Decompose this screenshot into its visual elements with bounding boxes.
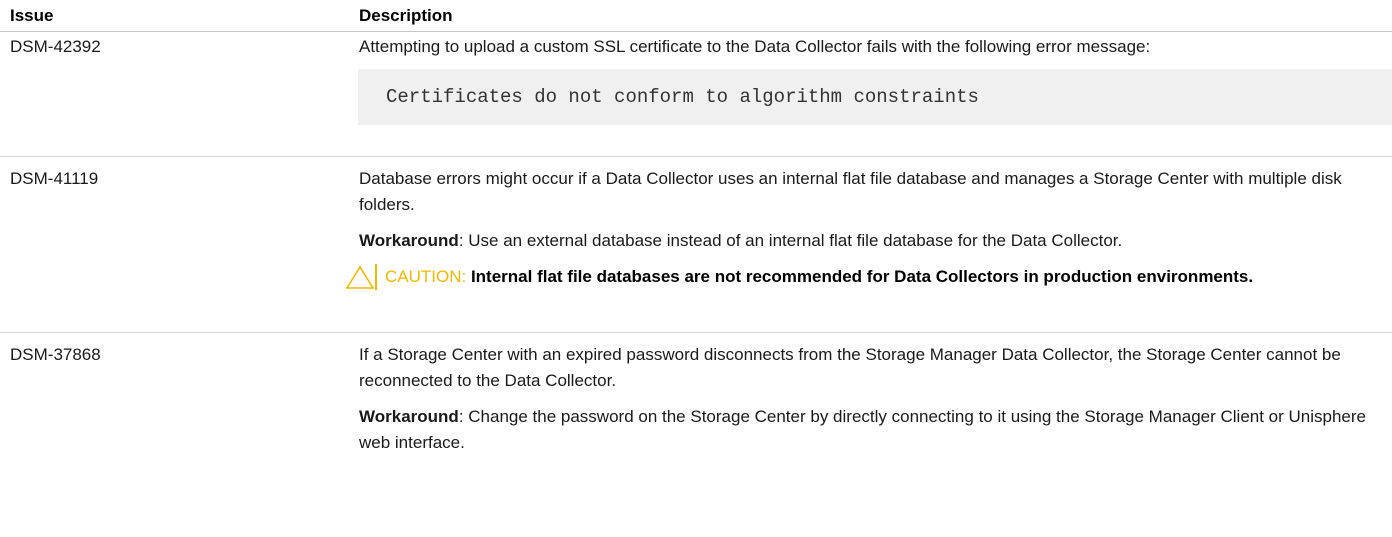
description-text: Database errors might occur if a Data Co… [359,169,1342,214]
code-block: Certificates do not conform to algorithm… [358,69,1392,125]
description-text: Attempting to upload a custom SSL certif… [359,37,1151,56]
caution-label: CAUTION: [385,267,471,286]
caution-triangle-icon [345,265,375,289]
description-cell: If a Storage Center with an expired pass… [359,342,1392,533]
caution-text: CAUTION: Internal flat file databases ar… [385,267,1254,286]
caution-note: CAUTION: Internal flat file databases ar… [345,264,1380,290]
workaround-text: Workaround: Use an external database ins… [359,231,1123,250]
header-issue: Issue [10,6,54,25]
workaround-label: Workaround [359,407,459,426]
table-row: DSM-37868 If a Storage Center with an ex… [0,333,1392,533]
description-cell: Attempting to upload a custom SSL certif… [358,34,1392,156]
workaround-text: Workaround: Change the password on the S… [359,407,1367,452]
caution-bar [375,264,377,290]
table-header: Issue Description [0,0,1392,32]
workaround-label: Workaround [359,231,459,250]
header-description: Description [359,6,453,25]
description-cell: Database errors might occur if a Data Co… [345,166,1392,332]
description-text: If a Storage Center with an expired pass… [359,345,1341,390]
issues-table: Issue Description DSM-42392 Attempting t… [0,0,1392,533]
table-row: DSM-42392 Attempting to upload a custom … [0,32,1392,157]
table-row: DSM-41119 Database errors might occur if… [0,157,1392,333]
issue-id: DSM-37868 [10,345,101,364]
issue-id: DSM-42392 [10,37,101,56]
issue-id: DSM-41119 [10,169,99,188]
